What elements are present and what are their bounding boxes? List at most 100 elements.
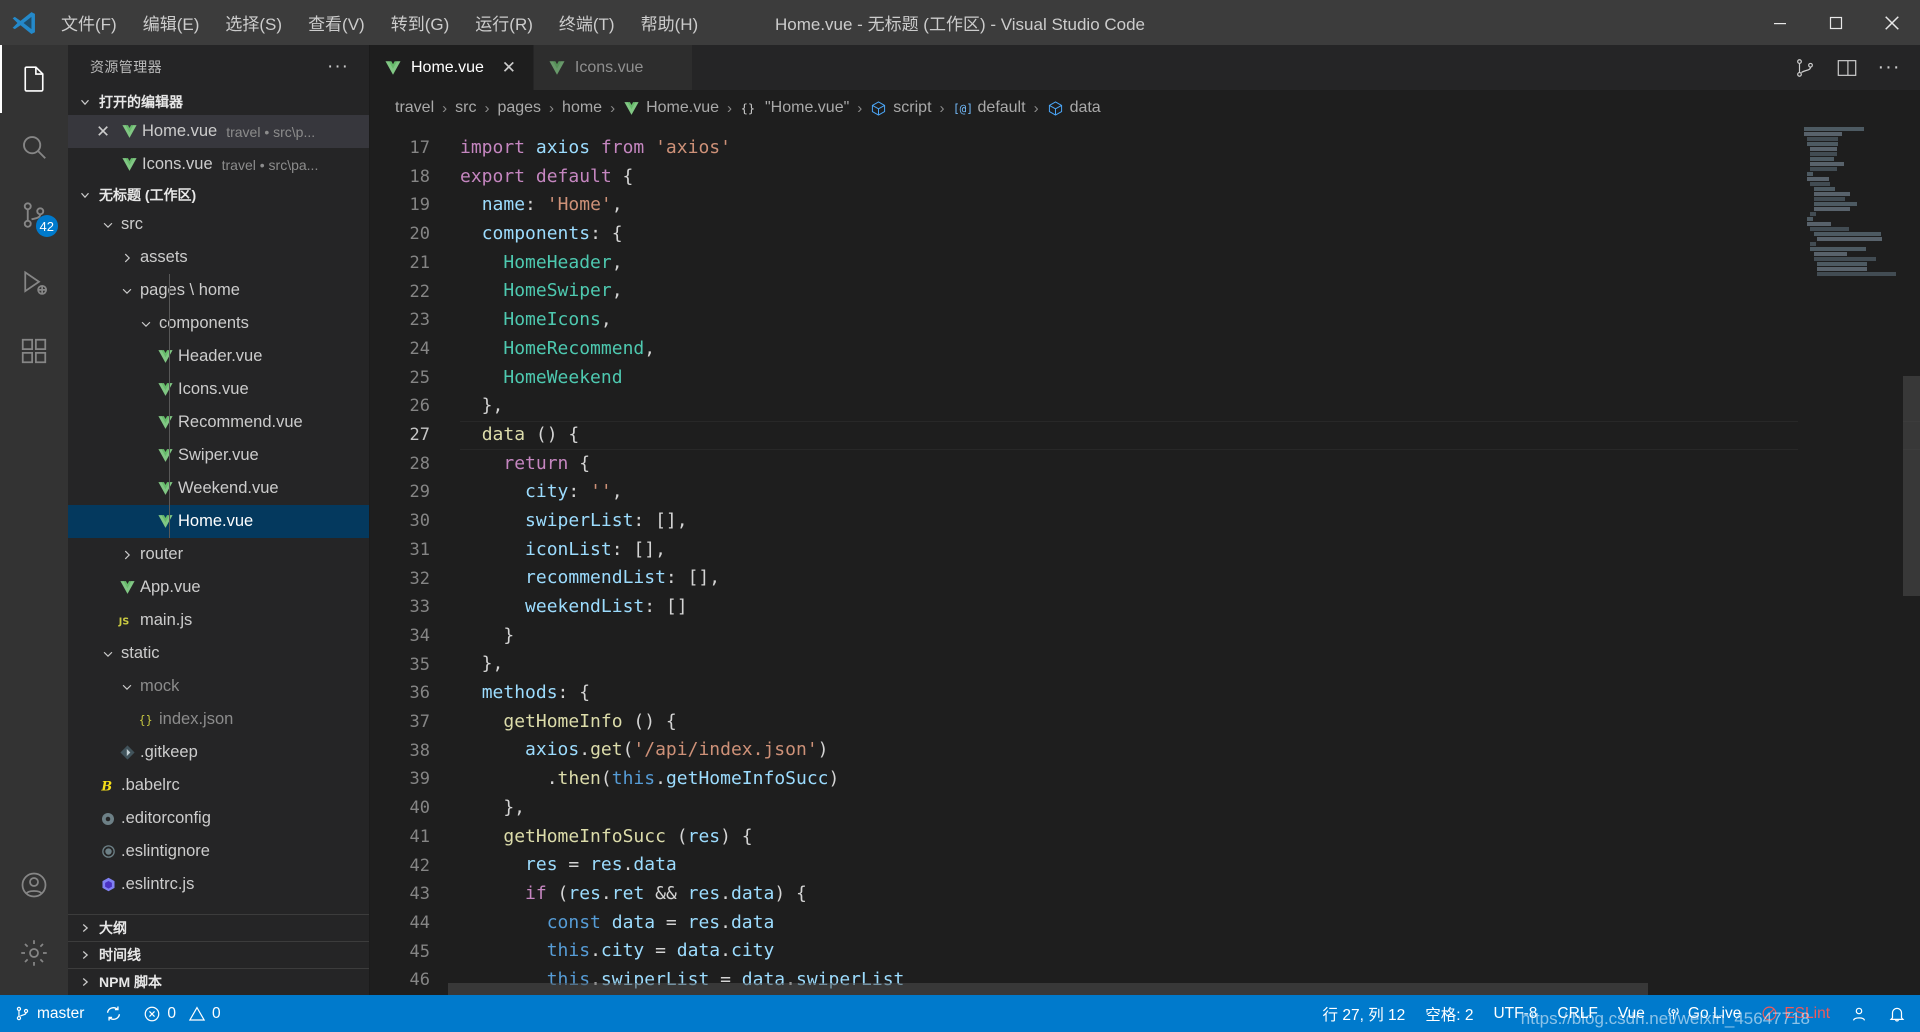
activitybar-accounts[interactable] xyxy=(0,851,68,919)
menu-item-terminal[interactable]: 终端(T) xyxy=(546,0,628,45)
activitybar-settings[interactable] xyxy=(0,919,68,987)
breadcrumb-item-data[interactable]: data xyxy=(1044,99,1104,117)
tree-item-icons.vue[interactable]: Icons.vue xyxy=(68,373,369,406)
editor-vertical-scrollbar[interactable] xyxy=(1903,126,1920,995)
file-tree[interactable]: src assets pages \ home components Header.vu… xyxy=(68,208,369,914)
activitybar-source-control[interactable]: 42 xyxy=(0,181,68,249)
tree-item-label: mock xyxy=(140,677,180,695)
tree-item-swiper.vue[interactable]: Swiper.vue xyxy=(68,439,369,472)
tree-item-.eslintrc.js[interactable]: .eslintrc.js xyxy=(68,868,369,901)
close-icon[interactable]: ✕ xyxy=(90,122,116,142)
code-content[interactable]: import axios from 'axios' export default … xyxy=(448,126,1920,995)
status-cursor-position[interactable]: 行 27, 列 12 xyxy=(1313,995,1416,1032)
code-token: , xyxy=(644,337,656,359)
editor-horizontal-scrollbar[interactable] xyxy=(370,983,1903,995)
status-language-mode[interactable]: Vue xyxy=(1608,995,1655,1032)
status-eslint[interactable]: ESLint xyxy=(1751,995,1840,1032)
tree-item-.gitkeep[interactable]: .gitkeep xyxy=(68,736,369,769)
tab-close-icon[interactable]: ✕ xyxy=(499,58,519,78)
section-outline[interactable]: 大纲 xyxy=(68,914,369,941)
code-token: ( xyxy=(665,825,688,847)
layout-panel-icon[interactable] xyxy=(1826,45,1868,90)
status-sync[interactable] xyxy=(94,995,133,1032)
activitybar-run-debug[interactable] xyxy=(0,249,68,317)
tree-item-label: .eslintrc.js xyxy=(121,875,195,893)
menu-item-run[interactable]: 运行(R) xyxy=(462,0,546,45)
tree-item-weekend.vue[interactable]: Weekend.vue xyxy=(68,472,369,505)
maximize-button[interactable] xyxy=(1808,0,1864,45)
breadcrumb-item-travel[interactable]: travel xyxy=(392,99,437,117)
section-npm-scripts[interactable]: NPM 脚本 xyxy=(68,968,369,995)
breadcrumb-item-script[interactable]: script xyxy=(867,99,934,117)
code-token: res xyxy=(568,882,601,904)
line-number: 31 xyxy=(409,539,430,560)
status-branch[interactable]: master xyxy=(4,995,94,1032)
tree-item-pages-home[interactable]: pages \ home xyxy=(68,274,369,307)
section-open-editors[interactable]: 打开的编辑器 xyxy=(68,88,369,115)
breadcrumb-item-home.vue[interactable]: Home.vue xyxy=(620,99,722,117)
open-editor-icons-vue[interactable]: Icons.vue travel • src\pa... xyxy=(68,148,369,181)
split-editor-icon[interactable] xyxy=(1784,45,1826,90)
tree-item-.eslintignore[interactable]: .eslintignore xyxy=(68,835,369,868)
menu-item-go[interactable]: 转到(G) xyxy=(378,0,463,45)
section-timeline[interactable]: 时间线 xyxy=(68,941,369,968)
tab-home-vue[interactable]: Home.vue ✕ xyxy=(370,45,534,90)
menu-item-selection[interactable]: 选择(S) xyxy=(212,0,295,45)
status-notifications[interactable] xyxy=(1878,995,1916,1032)
breadcrumb-item-pages[interactable]: pages xyxy=(494,99,544,117)
tree-item-router[interactable]: router xyxy=(68,538,369,571)
open-editor-home-vue[interactable]: ✕ Home.vue travel • src\p... xyxy=(68,115,369,148)
menu-item-help[interactable]: 帮助(H) xyxy=(628,0,712,45)
tree-item-src[interactable]: src xyxy=(68,208,369,241)
tree-item-mock[interactable]: mock xyxy=(68,670,369,703)
line-number: 36 xyxy=(409,683,430,704)
tree-item-static[interactable]: static xyxy=(68,637,369,670)
tree-item-.editorconfig[interactable]: .editorconfig xyxy=(68,802,369,835)
line-number: 37 xyxy=(409,712,430,733)
workbench-body: 42 资源管理器 ··· 打开的编辑器 ✕ Home.vue travel • … xyxy=(0,45,1920,995)
tree-item-.babelrc[interactable]: B .babelrc xyxy=(68,769,369,802)
status-problems[interactable]: 0 0 xyxy=(133,995,230,1032)
line-number: 21 xyxy=(409,252,430,273)
tree-item-index.json[interactable]: {} index.json xyxy=(68,703,369,736)
breadcrumb-item-default[interactable]: [@] default xyxy=(950,99,1029,117)
sidebar-more-actions-icon[interactable]: ··· xyxy=(327,56,349,78)
code-token: getHomeInfoSucc xyxy=(665,768,829,790)
tree-item-assets[interactable]: assets xyxy=(68,241,369,274)
status-bar-right: 行 27, 列 12 空格: 2 UTF-8 CRLF Vue Go Live … xyxy=(1313,995,1916,1032)
tree-item-components[interactable]: components xyxy=(68,307,369,340)
code-token: recommendList xyxy=(525,567,666,589)
tree-item-recommend.vue[interactable]: Recommend.vue xyxy=(68,406,369,439)
code-token: () { xyxy=(525,423,580,445)
status-eol[interactable]: CRLF xyxy=(1547,995,1607,1032)
scrollbar-thumb[interactable] xyxy=(448,983,1648,995)
breadcrumb-item-src[interactable]: src xyxy=(452,99,479,117)
tree-item-main.js[interactable]: JS main.js xyxy=(68,604,369,637)
code-editor[interactable]: 17 18 19 20 21 22 23 24 25 26 27 28 29 30 31 32 33 34 35 36… xyxy=(370,126,1920,995)
status-encoding[interactable]: UTF-8 xyxy=(1483,995,1547,1032)
ellipsis-icon[interactable]: ··· xyxy=(1868,45,1910,90)
menu-item-edit[interactable]: 编辑(E) xyxy=(130,0,213,45)
activitybar-extensions[interactable] xyxy=(0,317,68,385)
status-indentation[interactable]: 空格: 2 xyxy=(1415,995,1483,1032)
breadcrumb-item-home.vue[interactable]: {} "Home.vue" xyxy=(737,99,852,117)
code-token: : [], xyxy=(611,538,666,560)
section-workspace[interactable]: 无标题 (工作区) xyxy=(68,181,369,208)
tree-item-home.vue[interactable]: Home.vue xyxy=(68,505,369,538)
menu-item-file[interactable]: 文件(F) xyxy=(48,0,130,45)
scrollbar-thumb[interactable] xyxy=(1903,376,1920,596)
minimize-button[interactable] xyxy=(1752,0,1808,45)
tree-item-header.vue[interactable]: Header.vue xyxy=(68,340,369,373)
activitybar-search[interactable] xyxy=(0,113,68,181)
breadcrumb[interactable]: travel › src › pages › home › Home.vue › {} "Home.v… xyxy=(370,90,1920,126)
menu-item-view[interactable]: 查看(V) xyxy=(295,0,378,45)
status-go-live[interactable]: Go Live xyxy=(1655,995,1751,1032)
close-button[interactable] xyxy=(1864,0,1920,45)
status-accounts[interactable] xyxy=(1840,995,1878,1032)
tab-icons-vue[interactable]: Icons.vue xyxy=(533,45,694,90)
activitybar-explorer[interactable] xyxy=(0,45,68,113)
line-number: 40 xyxy=(409,798,430,819)
breadcrumb-item-home[interactable]: home xyxy=(559,99,605,117)
tree-item-app.vue[interactable]: App.vue xyxy=(68,571,369,604)
